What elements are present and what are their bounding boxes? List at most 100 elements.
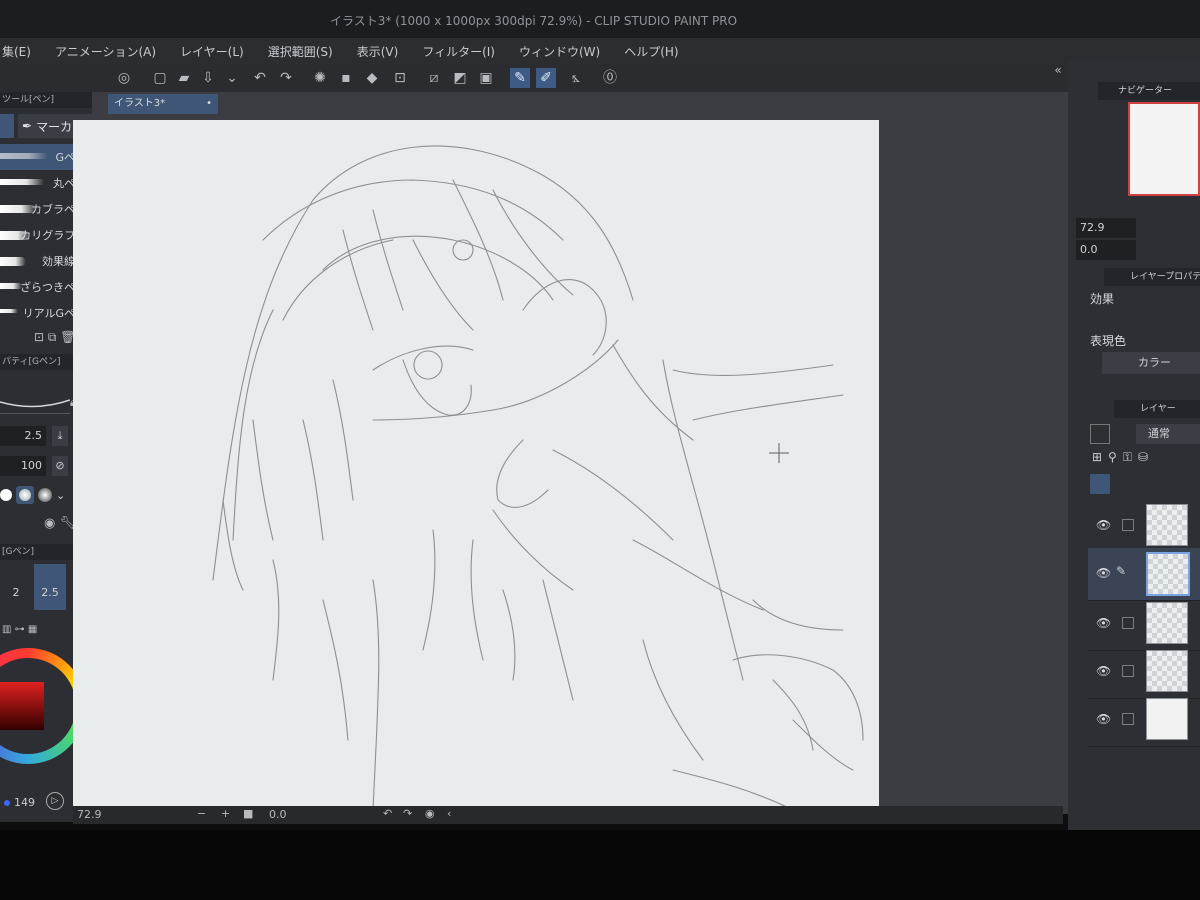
layer-row[interactable]: 👁︎ ✎ [1088, 548, 1200, 601]
menu-selection[interactable]: 選択範囲(S) [256, 43, 345, 60]
menu-filter[interactable]: フィルター(I) [410, 43, 507, 60]
layer-color-box[interactable] [1090, 424, 1110, 444]
chevron-down-icon[interactable]: ⌄ [222, 68, 242, 88]
layer-lock-checkbox[interactable] [1122, 519, 1134, 531]
export-icon[interactable]: ⇩ [198, 68, 218, 88]
layer-row[interactable]: 👁︎ [1088, 598, 1200, 651]
paper-layer-thumbnail [1146, 698, 1188, 740]
size-option-2[interactable]: 2 [4, 578, 28, 608]
layer-row[interactable]: 👁︎ [1088, 646, 1200, 699]
flip-icon[interactable]: ‹ [447, 807, 451, 820]
layer-lock-checkbox[interactable] [1122, 713, 1134, 725]
pen-mode-icon[interactable]: ✎ [510, 68, 530, 88]
eye-icon[interactable]: 👁︎ [1096, 712, 1111, 726]
brush-stroke-preview [0, 153, 48, 159]
navigator-angle-field[interactable]: 0.0 [1076, 240, 1136, 260]
crop-icon[interactable]: ◩ [450, 68, 470, 88]
monitor-bezel [0, 830, 1200, 900]
undo-icon[interactable]: ↶ [250, 68, 270, 88]
navigator-zoom-field[interactable]: 72.9 [1076, 218, 1136, 238]
collapse-left-icon[interactable]: « [1048, 60, 1068, 80]
zoom-out-icon[interactable]: − [197, 807, 206, 820]
fit-icon[interactable]: ■ [243, 807, 253, 820]
blend-mode-select[interactable]: 通常 [1136, 424, 1200, 444]
subtool-actions: ⊡ ⧉ 🗑 [34, 330, 76, 345]
antialias-none-icon[interactable] [0, 489, 12, 501]
color-slider-tab-icon[interactable]: ⊶ [15, 624, 25, 635]
rotate-right-icon[interactable]: ↷ [403, 807, 412, 820]
layer-lock-checkbox[interactable] [1122, 617, 1134, 629]
menu-edit[interactable]: 集(E) [0, 43, 43, 60]
color-panel-tabs: ▥ ⊶ ▦ [2, 624, 37, 635]
layer-mode-icon[interactable] [1090, 474, 1110, 494]
close-icon[interactable]: • [206, 94, 212, 114]
navigator-preview[interactable] [1128, 102, 1200, 196]
zoom-readout[interactable]: 72.9 [77, 808, 102, 821]
brush-stroke-preview [0, 179, 44, 185]
eye-icon[interactable]: 👁︎ [1096, 518, 1111, 532]
fill-icon[interactable]: ◆ [362, 68, 382, 88]
pen-edit-icon: ✎ [1116, 564, 1127, 578]
layer-thumbnail [1146, 650, 1188, 692]
play-icon[interactable]: ▷ [46, 792, 64, 810]
tool-settings-icons: ◉ 🔧︎ [44, 516, 76, 531]
reset-rotation-icon[interactable]: ◉ [425, 807, 435, 820]
eye-icon[interactable]: 👁︎ [1096, 616, 1111, 630]
layer-row[interactable]: 👁︎ [1088, 694, 1200, 747]
effect-label: 効果 [1090, 292, 1115, 306]
menu-window[interactable]: ウィンドウ(W) [507, 43, 612, 60]
save-subtool-icon[interactable]: ⊡ [34, 330, 44, 344]
pen-curve-icon[interactable]: ✐ [536, 68, 556, 88]
loading-spinner-icon[interactable]: ✺ [310, 68, 330, 88]
zoom-in-icon[interactable]: + [221, 807, 230, 820]
subtool-panel-header: ツール[ペン] [0, 92, 92, 108]
pressure-opacity-icon[interactable]: ⊘ [52, 456, 68, 476]
pressure-size-icon[interactable]: ⤓ [52, 426, 68, 446]
menu-view[interactable]: 表示(V) [345, 43, 411, 60]
antialias-selector[interactable]: ⌄ [0, 484, 70, 506]
layer-property-tab[interactable]: レイヤープロパティ [1104, 268, 1200, 286]
line-art-sketch [212, 145, 864, 810]
eye-icon[interactable]: 👁︎ [1096, 566, 1111, 580]
select-icon[interactable]: ⧄ [424, 68, 444, 88]
rotate-left-icon[interactable]: ↶ [383, 807, 392, 820]
reset-icon[interactable]: ◉ [44, 516, 55, 531]
ruler-pen-icon[interactable]: ⦩ [566, 68, 586, 88]
chevron-down-icon[interactable]: ⌄ [56, 489, 65, 502]
canvas-status-bar: 72.9 − + ■ 0.0 ↶ ↷ ◉ ‹ [73, 806, 1063, 824]
layer-toolbar-icons: ⊞⚲⚿⛁ [1092, 450, 1155, 464]
color-wheel-tab-icon[interactable]: ▥ [2, 624, 11, 635]
menu-layer[interactable]: レイヤー(L) [168, 43, 256, 60]
rotation-readout[interactable]: 0.0 [269, 808, 287, 821]
frame-icon[interactable]: ▣ [476, 68, 496, 88]
antialias-high-icon[interactable] [38, 488, 52, 502]
expression-color-label: 表現色 [1090, 334, 1127, 348]
expression-color-button[interactable]: カラー [1102, 352, 1200, 374]
open-folder-icon[interactable]: ▰ [174, 68, 194, 88]
size-option-2-5[interactable]: 2.5 [34, 564, 66, 610]
color-square[interactable] [0, 682, 44, 730]
help-icon[interactable]: ⓪ [600, 68, 620, 88]
navigator-tab[interactable]: ナビゲーター [1098, 82, 1200, 100]
eye-icon[interactable]: 👁︎ [1096, 664, 1111, 678]
opacity-field[interactable]: 100 [0, 456, 46, 476]
layer-panel-tab[interactable]: レイヤー [1114, 400, 1200, 418]
layer-row[interactable]: 👁︎ [1088, 500, 1200, 553]
clear-icon[interactable]: ▪ [336, 68, 356, 88]
document-tab[interactable]: イラスト3* • [108, 94, 218, 114]
clip-studio-icon[interactable]: ◎ [114, 68, 134, 88]
redo-icon[interactable]: ↷ [276, 68, 296, 88]
subtool-tab-pen[interactable] [0, 114, 14, 138]
brush-curve-preview [0, 399, 71, 408]
layer-lock-checkbox[interactable] [1122, 665, 1134, 677]
brush-size-field[interactable]: 2.5 [0, 426, 46, 446]
duplicate-subtool-icon[interactable]: ⧉ [48, 330, 57, 344]
menu-bar: 集(E) アニメーション(A) レイヤー(L) 選択範囲(S) 表示(V) フィ… [0, 38, 1200, 64]
antialias-low-icon[interactable] [16, 486, 34, 504]
new-file-icon[interactable]: ▢ [150, 68, 170, 88]
transform-icon[interactable]: ⊡ [390, 68, 410, 88]
menu-animation[interactable]: アニメーション(A) [43, 43, 168, 60]
drawing-canvas[interactable] [73, 120, 879, 810]
color-set-tab-icon[interactable]: ▦ [28, 624, 37, 635]
menu-help[interactable]: ヘルプ(H) [612, 43, 690, 60]
